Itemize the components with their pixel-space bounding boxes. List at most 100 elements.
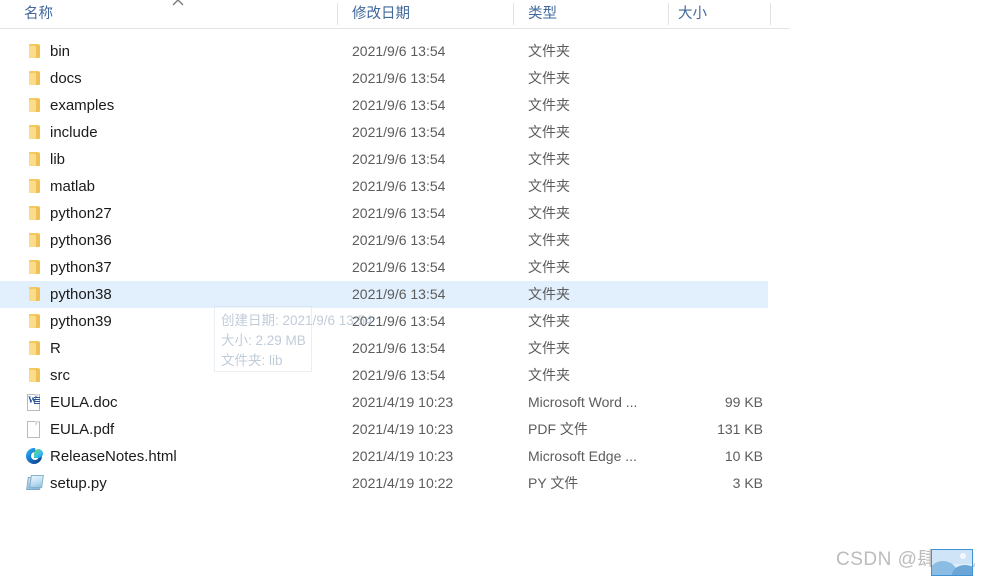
table-row[interactable]: bin 2021/9/6 13:54 文件夹 — [0, 38, 768, 65]
folder-icon — [25, 285, 45, 305]
file-name-cell: lib — [50, 151, 66, 168]
file-type-cell: 文件夹 — [528, 43, 570, 59]
table-row[interactable]: setup.py 2021/4/19 10:22 PY 文件 3 KB — [0, 470, 768, 497]
column-header-name[interactable]: 名称 — [24, 0, 53, 28]
file-date-cell: 2021/9/6 13:54 — [352, 313, 446, 329]
table-row[interactable]: EULA.pdf 2021/4/19 10:23 PDF 文件 131 KB — [0, 416, 768, 443]
file-type-cell: 文件夹 — [528, 178, 570, 194]
table-row[interactable]: python36 2021/9/6 13:54 文件夹 — [0, 227, 768, 254]
file-name-cell: python37 — [50, 259, 112, 276]
file-name-cell: EULA.doc — [50, 394, 118, 411]
folder-icon — [25, 69, 45, 89]
file-date-cell: 2021/9/6 13:54 — [352, 286, 446, 302]
table-row[interactable]: R 2021/9/6 13:54 文件夹 — [0, 335, 768, 362]
file-date-cell: 2021/4/19 10:23 — [352, 394, 454, 410]
column-header-date[interactable]: 修改日期 — [352, 0, 410, 28]
table-row[interactable]: include 2021/9/6 13:54 文件夹 — [0, 119, 768, 146]
file-date-cell: 2021/9/6 13:54 — [352, 151, 446, 167]
column-divider[interactable] — [668, 3, 669, 25]
file-size-cell — [600, 362, 763, 389]
file-type-cell: 文件夹 — [528, 367, 570, 383]
folder-icon — [25, 150, 45, 170]
folder-icon — [25, 96, 45, 116]
file-date-cell: 2021/4/19 10:23 — [352, 448, 454, 464]
table-row[interactable]: src 2021/9/6 13:54 文件夹 — [0, 362, 768, 389]
file-type-cell: 文件夹 — [528, 205, 570, 221]
folder-icon — [25, 339, 45, 359]
file-date-cell: 2021/9/6 13:54 — [352, 205, 446, 221]
file-date-cell: 2021/9/6 13:54 — [352, 97, 446, 113]
file-name-cell: examples — [50, 97, 115, 114]
column-divider[interactable] — [337, 3, 338, 25]
folder-icon — [25, 123, 45, 143]
column-divider[interactable] — [770, 3, 771, 25]
table-row[interactable]: python27 2021/9/6 13:54 文件夹 — [0, 200, 768, 227]
table-row[interactable]: python37 2021/9/6 13:54 文件夹 — [0, 254, 768, 281]
file-date-cell: 2021/9/6 13:54 — [352, 232, 446, 248]
folder-icon — [25, 366, 45, 386]
table-row[interactable]: examples 2021/9/6 13:54 文件夹 — [0, 92, 768, 119]
file-name-cell: EULA.pdf — [50, 421, 115, 438]
file-date-cell: 2021/4/19 10:22 — [352, 475, 454, 491]
table-row[interactable]: W EULA.doc 2021/4/19 10:23 Microsoft Word .… — [0, 389, 768, 416]
table-row[interactable]: docs 2021/9/6 13:54 文件夹 — [0, 65, 768, 92]
file-name-cell: python36 — [50, 232, 112, 249]
file-type-cell: 文件夹 — [528, 286, 570, 302]
file-name-cell: ReleaseNotes.html — [50, 448, 177, 465]
file-size-cell — [600, 254, 763, 281]
file-size-cell — [600, 335, 763, 362]
file-name-cell: bin — [50, 43, 71, 60]
file-date-cell: 2021/9/6 13:54 — [352, 259, 446, 275]
file-name-cell: setup.py — [50, 475, 107, 492]
file-name-cell: src — [50, 367, 70, 384]
file-size-cell: 99 KB — [724, 394, 763, 410]
file-rows: bin 2021/9/6 13:54 文件夹 docs 2021/9/6 13:54 文件… — [0, 38, 790, 497]
file-date-cell: 2021/9/6 13:54 — [352, 70, 446, 86]
file-type-cell: 文件夹 — [528, 232, 570, 248]
folder-icon — [25, 312, 45, 332]
file-size-cell — [600, 146, 763, 173]
file-size-cell — [600, 308, 763, 335]
file-size-cell — [600, 38, 763, 65]
column-header-size[interactable]: 大小 — [678, 0, 707, 28]
file-date-cell: 2021/9/6 13:54 — [352, 43, 446, 59]
file-size-cell — [600, 227, 763, 254]
folder-icon — [25, 42, 45, 62]
file-type-cell: 文件夹 — [528, 124, 570, 140]
sort-ascending-icon — [171, 0, 185, 7]
python-file-icon — [25, 474, 45, 494]
file-name-cell: docs — [50, 70, 82, 87]
file-date-cell: 2021/4/19 10:23 — [352, 421, 454, 437]
table-row[interactable]: lib 2021/9/6 13:54 文件夹 — [0, 146, 768, 173]
file-size-cell — [600, 119, 763, 146]
table-row[interactable]: ReleaseNotes.html 2021/4/19 10:23 Microsof… — [0, 443, 768, 470]
file-list-view: 名称 修改日期 类型 大小 bin 2021/9/6 13:54 文件夹 docs 20… — [0, 0, 982, 580]
file-size-cell: 10 KB — [724, 448, 763, 464]
file-type-cell: 文件夹 — [528, 313, 570, 329]
file-name-cell: python39 — [50, 313, 112, 330]
file-name-cell: python27 — [50, 205, 112, 222]
file-size-cell — [600, 281, 763, 308]
file-date-cell: 2021/9/6 13:54 — [352, 340, 446, 356]
file-name-cell: R — [50, 340, 61, 357]
file-size-cell — [600, 92, 763, 119]
file-name-cell: matlab — [50, 178, 96, 195]
table-row[interactable]: matlab 2021/9/6 13:54 文件夹 — [0, 173, 768, 200]
edge-browser-icon — [25, 447, 45, 467]
file-size-cell — [600, 173, 763, 200]
file-name-cell: python38 — [50, 286, 112, 303]
file-size-cell — [600, 65, 763, 92]
file-type-cell: 文件夹 — [528, 151, 570, 167]
table-row[interactable]: python38 2021/9/6 13:54 文件夹 — [0, 281, 768, 308]
column-header-type[interactable]: 类型 — [528, 0, 557, 28]
file-size-cell: 131 KB — [717, 421, 763, 437]
folder-icon — [25, 231, 45, 251]
folder-icon — [25, 177, 45, 197]
table-row[interactable]: python39 2021/9/6 13:54 文件夹 — [0, 308, 768, 335]
file-date-cell: 2021/9/6 13:54 — [352, 124, 446, 140]
file-type-cell: 文件夹 — [528, 70, 570, 86]
file-name-cell: include — [50, 124, 98, 141]
file-type-cell: 文件夹 — [528, 259, 570, 275]
column-divider[interactable] — [513, 3, 514, 25]
watermark-image-badge — [931, 549, 973, 576]
